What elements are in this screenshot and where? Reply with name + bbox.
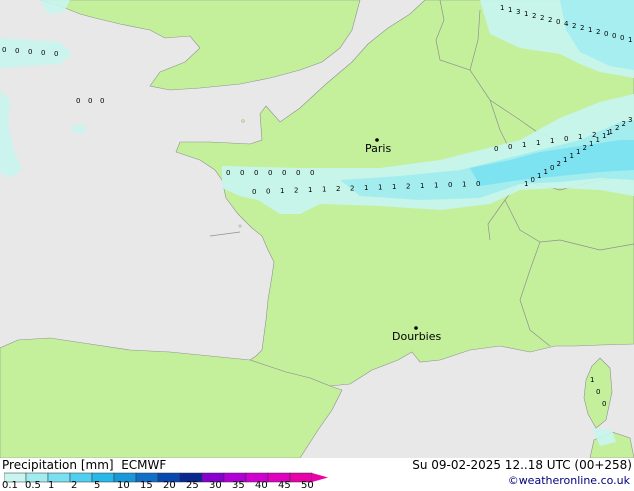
scale-tick: 1: [48, 480, 55, 491]
precip-value: 1: [524, 10, 528, 18]
precip-value: 1: [524, 180, 528, 188]
precip-value: 1: [308, 186, 312, 194]
precip-value: 4: [564, 20, 569, 28]
precip-value: 1: [576, 148, 580, 156]
precip-value: 2: [540, 14, 544, 22]
credit-link[interactable]: ©weatheronline.co.uk: [508, 474, 630, 487]
scale-tick: 2: [71, 480, 78, 491]
precip-value: 0: [282, 169, 286, 177]
precip-value: 1: [322, 186, 326, 194]
precip-value: 0: [268, 169, 272, 177]
scale-tick: 0.5: [25, 480, 41, 491]
precip-value: 2: [572, 22, 576, 30]
footer-title: Precipitation [mm] ECMWF: [2, 458, 167, 472]
scale-tick: 30: [209, 480, 222, 491]
precip-value: 2: [557, 160, 561, 168]
precip-value: 0: [556, 18, 560, 26]
precip-value: 0: [41, 49, 45, 57]
precip-value: 0: [494, 145, 498, 153]
precip-value: 0: [252, 188, 256, 196]
precip-value: 1: [378, 184, 382, 192]
scale-tick: 40: [255, 480, 268, 491]
scale-tick: 45: [278, 480, 291, 491]
precip-value: 2: [532, 12, 536, 20]
precip-value: 1: [522, 141, 526, 149]
precip-value: 1: [578, 133, 582, 141]
precip-value: 0: [88, 97, 92, 105]
precip-value: 3: [516, 8, 520, 16]
precip-value: 0: [310, 169, 314, 177]
precip-value: 1: [280, 187, 284, 195]
precipitation-map: Paris Dourbies 1 1 3 1 2 2 2 0 4 2 2 1 2 0 0 0 10 0 0 0 00 0 0…: [0, 0, 634, 458]
precip-value: 1: [590, 376, 594, 384]
precip-value: 2: [596, 28, 600, 36]
precip-value: 1: [563, 156, 567, 164]
dourbies-label: Dourbies: [392, 330, 442, 343]
precip-value: 1: [420, 182, 424, 190]
precip-value: 0: [100, 97, 104, 105]
precip-value: 0: [266, 188, 270, 196]
scale-tick: 5: [94, 480, 101, 491]
scale-tick: 15: [140, 480, 153, 491]
precip-value: 2: [583, 144, 587, 152]
precip-value: 0: [28, 48, 32, 56]
precip-value: 2: [615, 124, 619, 132]
precip-value: 1: [628, 36, 632, 44]
scale-arrow: [312, 473, 328, 482]
precip-value: 0: [226, 169, 230, 177]
precip-value: 3: [628, 116, 632, 124]
scale-tick: 20: [163, 480, 176, 491]
precip-value: 1: [392, 183, 396, 191]
precip-value: 0: [476, 180, 480, 188]
model-name: ECMWF: [121, 458, 167, 472]
precip-value: 0: [54, 50, 58, 58]
scale-tick: 25: [186, 480, 199, 491]
precip-value: 2: [406, 183, 410, 191]
precip-value: 1: [550, 137, 554, 145]
precip-value: 1: [589, 140, 593, 148]
precip-value: 1: [462, 181, 466, 189]
precip-value: 1: [508, 6, 512, 14]
precip-value: 1: [609, 128, 613, 136]
precip-value: 2: [350, 185, 354, 193]
precip-value: 2: [548, 16, 552, 24]
precip-value: 0: [604, 30, 608, 38]
scale-tick: 0.1: [2, 480, 18, 491]
precip-value: 0: [612, 32, 616, 40]
precip-value: 1: [602, 132, 606, 140]
precip-value: 1: [500, 4, 504, 12]
precip-value: 0: [296, 169, 300, 177]
precip-value: 1: [544, 168, 548, 176]
precip-value: 2: [622, 120, 626, 128]
precip-value: 1: [570, 152, 574, 160]
precip-value: 0: [531, 176, 535, 184]
precip-value: 1: [364, 184, 368, 192]
precip-value: 0: [564, 135, 568, 143]
footer-datetime: Su 09-02-2025 12..18 UTC (00+258): [412, 458, 632, 472]
precip-value: 0: [240, 169, 244, 177]
precip-value: 1: [596, 136, 600, 144]
precip-value: 0: [76, 97, 80, 105]
scale-tick: 50: [301, 480, 314, 491]
precip-value: 2: [580, 24, 584, 32]
footer-bar: Precipitation [mm] ECMWF Su 09-02-2025 1…: [0, 458, 634, 491]
precip-value: 0: [448, 181, 452, 189]
precip-value: 2: [294, 187, 298, 195]
paris-label: Paris: [365, 142, 391, 155]
scale-tick: 35: [232, 480, 245, 491]
precip-value: 0: [508, 143, 512, 151]
precip-value: 0: [2, 46, 6, 54]
precip-value: 0: [602, 400, 606, 408]
precip-value: 2: [336, 185, 340, 193]
precip-value: 0: [550, 164, 554, 172]
precip-value: 1: [536, 139, 540, 147]
precip-value: 0: [596, 388, 600, 396]
precip-value: 1: [537, 172, 541, 180]
precip-value: 1: [434, 182, 438, 190]
precip-value: 0: [15, 47, 19, 55]
precip-value: 0: [254, 169, 258, 177]
precip-value: 0: [620, 34, 624, 42]
precip-value: 1: [588, 26, 592, 34]
scale-tick: 10: [117, 480, 130, 491]
